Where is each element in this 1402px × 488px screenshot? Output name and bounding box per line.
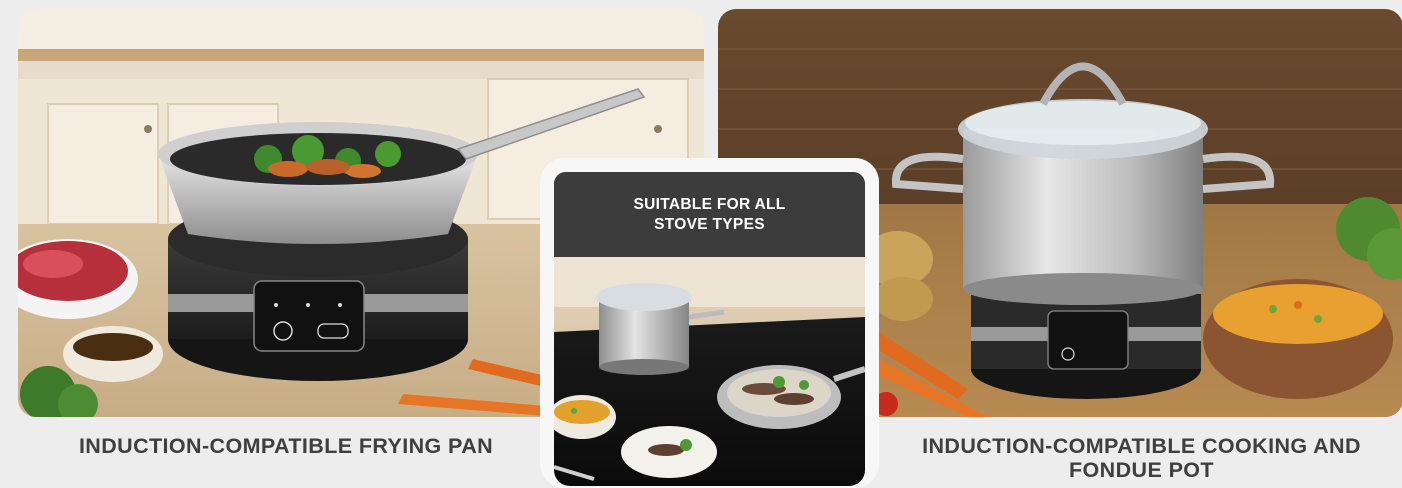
cooking-pot-caption: INDUCTION-COMPATIBLE COOKING AND FONDUE …	[880, 434, 1402, 482]
stove-compatibility-inner: SUITABLE FOR ALL STOVE TYPES	[554, 172, 865, 486]
stove-compatibility-header-text: SUITABLE FOR ALL STOVE TYPES	[633, 195, 786, 233]
stove-compatibility-card: SUITABLE FOR ALL STOVE TYPES	[540, 158, 879, 488]
glass-cooktop-photo	[554, 257, 865, 486]
stove-compatibility-header: SUITABLE FOR ALL STOVE TYPES	[554, 172, 865, 257]
frying-pan-caption-text: INDUCTION-COMPATIBLE FRYING PAN	[78, 434, 494, 458]
cooking-pot-caption-text: INDUCTION-COMPATIBLE COOKING AND FONDUE …	[922, 434, 1361, 482]
frying-pan-caption: INDUCTION-COMPATIBLE FRYING PAN	[18, 434, 554, 458]
